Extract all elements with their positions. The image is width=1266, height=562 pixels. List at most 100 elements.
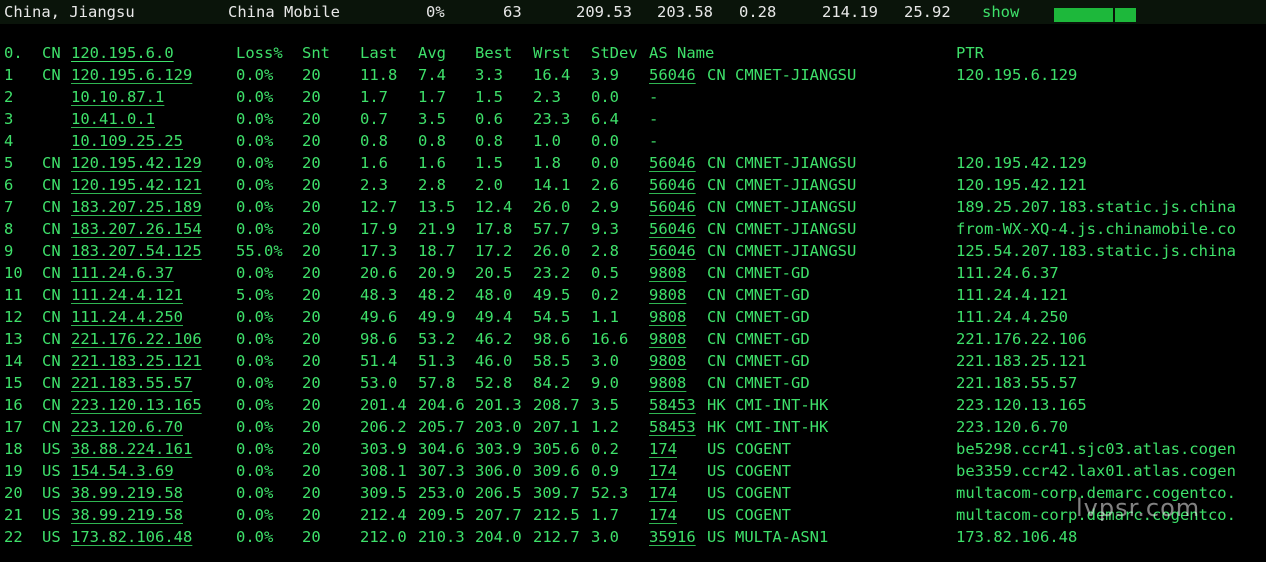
hop-number: 7 (4, 198, 14, 216)
hop-asn-link[interactable]: 174 (649, 482, 677, 504)
hop-asn-link[interactable]: 56046 (649, 152, 696, 174)
summary-stdev: 25.92 (904, 3, 951, 21)
hop-host-link[interactable]: 183.207.25.189 (71, 196, 202, 218)
hop-number: 22 (4, 528, 23, 546)
summary-avg: 203.58 (657, 3, 713, 21)
hop-asn-link[interactable]: 56046 (649, 196, 696, 218)
table-row: 10 CN 111.24.6.37 0.0% 20 20.6 20.9 20.5 23.2 0.5… (0, 262, 1266, 284)
hop-loss: 0.0% (236, 528, 274, 546)
hop-asn-link[interactable]: 9808 (649, 350, 686, 372)
hop-wrst: 309.7 (533, 484, 580, 502)
hop-avg: 0.8 (418, 132, 446, 150)
hop-loss: 0.0% (236, 418, 274, 436)
hop-stdev: 0.0 (591, 88, 619, 106)
as-country: CN (707, 308, 726, 326)
hop-number: 11 (4, 286, 23, 304)
hop-host-link[interactable]: 111.24.6.37 (71, 262, 174, 284)
hop-asn-link[interactable]: 174 (649, 460, 677, 482)
hop-ptr: from-WX-XQ-4.js.chinamobile.co (956, 220, 1236, 238)
hop-number: 1 (4, 66, 14, 84)
as-country: CN (707, 154, 726, 172)
show-link[interactable]: show (982, 2, 1019, 22)
hop-snt: 20 (302, 506, 321, 524)
hop-asn-link[interactable]: 56046 (649, 240, 696, 262)
as-country: US (707, 484, 726, 502)
hop-host-link[interactable]: 10.10.87.1 (71, 86, 164, 108)
hop-avg: 51.3 (418, 352, 456, 370)
summary-isp: China Mobile (228, 3, 340, 21)
hop-host-link[interactable]: 223.120.6.70 (71, 416, 183, 438)
header-stdev: StDev (591, 44, 638, 62)
hop-number: 3 (4, 110, 14, 128)
hop-host-link[interactable]: 120.195.6.129 (71, 64, 192, 86)
hop-wrst: 2.3 (533, 88, 561, 106)
hop-asn-link[interactable]: 35916 (649, 526, 696, 548)
header-snt: Snt (302, 44, 330, 62)
table-row: 2 10.10.87.1 0.0% 20 1.7 1.7 1.5 2.3 0.0 - (0, 86, 1266, 108)
hop-host-link[interactable]: 120.195.42.129 (71, 152, 202, 174)
hop-host-link[interactable]: 173.82.106.48 (71, 526, 192, 548)
hop-host-link[interactable]: 221.176.22.106 (71, 328, 202, 350)
hop-loss: 0.0% (236, 66, 274, 84)
as-name: CMNET-JIANGSU (735, 198, 857, 216)
hop-host-link[interactable]: 221.183.25.121 (71, 350, 202, 372)
hop-host-link[interactable]: 120.195.42.121 (71, 174, 202, 196)
hop-snt: 20 (302, 286, 321, 304)
hop-number: 14 (4, 352, 23, 370)
hop-best: 203.0 (475, 418, 522, 436)
as-country: US (707, 462, 726, 480)
hop-best: 46.0 (475, 352, 513, 370)
hop-asn-link[interactable]: 174 (649, 438, 677, 460)
as-name: CMNET-JIANGSU (735, 154, 857, 172)
hop-ptr: 221.183.55.57 (956, 374, 1078, 392)
hop-host-link[interactable]: 38.99.219.58 (71, 504, 183, 526)
hop-avg: 20.9 (418, 264, 456, 282)
hop-ptr: 221.183.25.121 (956, 352, 1087, 370)
hop-asn-link[interactable]: 56046 (649, 64, 696, 86)
hop-host-link[interactable]: 183.207.26.154 (71, 218, 202, 240)
hop-host-link[interactable]: 10.109.25.25 (71, 130, 183, 152)
hop-avg: 3.5 (418, 110, 446, 128)
table-row: 19 US 154.54.3.69 0.0% 20 308.1 307.3 306.0 309.… (0, 460, 1266, 482)
hop-asn-link[interactable]: 56046 (649, 218, 696, 240)
hop-number: 8 (4, 220, 14, 238)
as-country: CN (707, 176, 726, 194)
hop-snt: 20 (302, 220, 321, 238)
hop-stdev: 16.6 (591, 330, 629, 348)
hop-host-link[interactable]: 221.183.55.57 (71, 372, 192, 394)
hop-asn-link[interactable]: 9808 (649, 328, 686, 350)
hop-host-link[interactable]: 154.54.3.69 (71, 460, 174, 482)
hop-host-link[interactable]: 183.207.54.125 (71, 240, 202, 262)
hop-asn-link[interactable]: 56046 (649, 174, 696, 196)
hop-asn-link[interactable]: 9808 (649, 262, 686, 284)
hop-host-link[interactable]: 223.120.13.165 (71, 394, 202, 416)
hop-ptr: 120.195.42.129 (956, 154, 1087, 172)
table-row: 9 CN 183.207.54.125 55.0% 20 17.3 18.7 17.2 26.0… (0, 240, 1266, 262)
as-country: CN (707, 330, 726, 348)
hop-asn-link[interactable]: 9808 (649, 306, 686, 328)
hop-host-link[interactable]: 10.41.0.1 (71, 108, 155, 130)
hop-wrst: 98.6 (533, 330, 571, 348)
hop-asn-link[interactable]: 9808 (649, 372, 686, 394)
hop-host-link[interactable]: 111.24.4.121 (71, 284, 183, 306)
hop-wrst: 26.0 (533, 198, 571, 216)
hop-avg: 2.8 (418, 176, 446, 194)
hop-asn-link[interactable]: 58453 (649, 394, 696, 416)
hop-number: 18 (4, 440, 23, 458)
header-host[interactable]: 120.195.6.0 (71, 42, 174, 64)
hop-host-link[interactable]: 38.99.219.58 (71, 482, 183, 504)
hop-number: 13 (4, 330, 23, 348)
hop-stdev: 9.0 (591, 374, 619, 392)
header-wrst: Wrst (533, 44, 571, 62)
hop-host-link[interactable]: 38.88.224.161 (71, 438, 192, 460)
hop-ptr: 111.24.4.121 (956, 286, 1068, 304)
hop-best: 0.6 (475, 110, 503, 128)
hop-asn-link[interactable]: 9808 (649, 284, 686, 306)
hop-asn-link[interactable]: 174 (649, 504, 677, 526)
table-header: 0. CN 120.195.6.0 Loss% Snt Last Avg Bes… (0, 42, 1266, 64)
table-row: 17 CN 223.120.6.70 0.0% 20 206.2 205.7 203.0 207… (0, 416, 1266, 438)
hop-wrst: 23.2 (533, 264, 571, 282)
hop-host-link[interactable]: 111.24.4.250 (71, 306, 183, 328)
hop-asn-link[interactable]: 58453 (649, 416, 696, 438)
country-code: CN (42, 66, 61, 84)
